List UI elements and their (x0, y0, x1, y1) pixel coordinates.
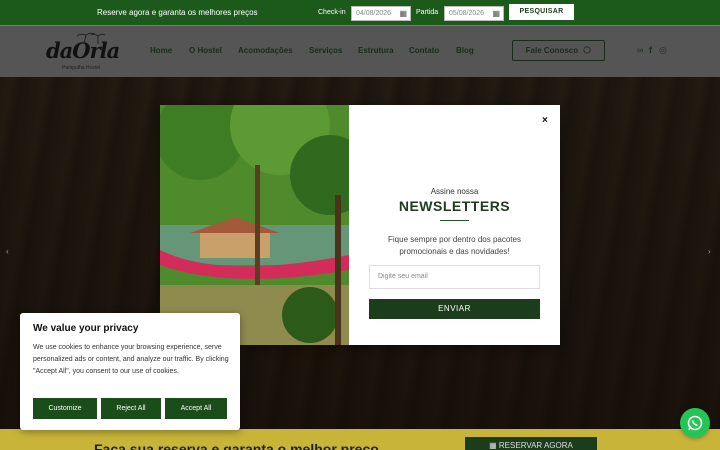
logo-subtitle: Pampulha Hostel (62, 65, 101, 71)
tripadvisor-icon[interactable]: ∞ (637, 45, 643, 55)
newsletter-modal: × Assine nossa NEWSLETTERS Fique sempre … (160, 105, 560, 345)
nav-item-home[interactable]: Home (150, 46, 172, 55)
cookie-consent-banner: We value your privacy We use cookies to … (20, 313, 240, 430)
accept-all-button[interactable]: Accept All (165, 398, 227, 419)
cookie-text: We use cookies to enhance your browsing … (33, 344, 229, 375)
whatsapp-float-button[interactable] (680, 408, 710, 438)
close-icon[interactable]: × (542, 115, 548, 126)
email-field[interactable]: Digite seu email (369, 265, 540, 289)
slider-prev-arrow[interactable]: ‹ (6, 247, 9, 256)
modal-photo (160, 105, 349, 345)
fale-conosco-button[interactable]: Fale Conosco (512, 40, 605, 61)
booking-bar: Reserve agora e garanta os melhores preç… (0, 0, 720, 25)
partida-date-value: 05/08/2026 (449, 10, 485, 17)
calendar-icon: ▦ (489, 441, 499, 450)
customize-button[interactable]: Customize (33, 398, 97, 419)
newsletter-title: NEWSLETTERS (398, 198, 511, 214)
title-divider (440, 220, 469, 221)
nav-item-acomodacoes[interactable]: Acomodações (238, 46, 293, 55)
hostel-garden-image (160, 105, 349, 345)
nav-item-blog[interactable]: Blog (456, 46, 474, 55)
promo-text: Reserve agora e garanta os melhores preç… (97, 8, 258, 17)
calendar-icon: ▦ (399, 9, 407, 18)
partida-label: Partida (416, 9, 439, 16)
whatsapp-icon (583, 46, 591, 54)
nav-item-estrutura[interactable]: Estrutura (358, 46, 394, 55)
nav-item-servicos[interactable]: Serviços (309, 46, 342, 55)
facebook-icon[interactable]: f (649, 45, 652, 55)
instagram-icon[interactable]: ◎ (659, 45, 667, 56)
reservation-banner: Faça sua reserva e garanta o melhor preç… (0, 429, 720, 450)
calendar-icon: ▦ (492, 9, 500, 18)
main-nav: daOrla Pampulha Hostel Home O Hostel Aco… (0, 25, 720, 77)
reject-all-button[interactable]: Reject All (101, 398, 161, 419)
slider-next-arrow[interactable]: › (708, 247, 711, 256)
logo-palm-icon (76, 32, 106, 44)
reserve-now-button[interactable]: ▦ RESERVAR AGORA (465, 437, 597, 450)
cookie-title: We value your privacy (33, 323, 139, 334)
nav-item-o-hostel[interactable]: O Hostel (189, 46, 222, 55)
reserve-now-label: RESERVAR AGORA (498, 441, 573, 450)
whatsapp-icon (687, 415, 703, 431)
checkin-label: Check-in (318, 9, 346, 16)
logo[interactable]: daOrla Pampulha Hostel (46, 32, 128, 74)
submit-button[interactable]: ENVIAR (369, 299, 540, 319)
nav-item-contato[interactable]: Contato (409, 46, 439, 55)
fale-conosco-label: Fale Conosco (525, 46, 579, 55)
checkin-date-field[interactable]: 04/08/2026 ▦ (351, 6, 411, 21)
newsletter-kicker: Assine nossa (430, 187, 479, 196)
search-button[interactable]: PESQUISAR (509, 4, 574, 20)
checkin-date-value: 04/08/2026 (356, 10, 392, 17)
newsletter-description: Fique sempre por dentro dos pacotes prom… (388, 235, 521, 256)
partida-date-field[interactable]: 05/08/2026 ▦ (444, 6, 504, 21)
reservation-banner-text: Faça sua reserva e garanta o melhor preç… (94, 441, 379, 450)
